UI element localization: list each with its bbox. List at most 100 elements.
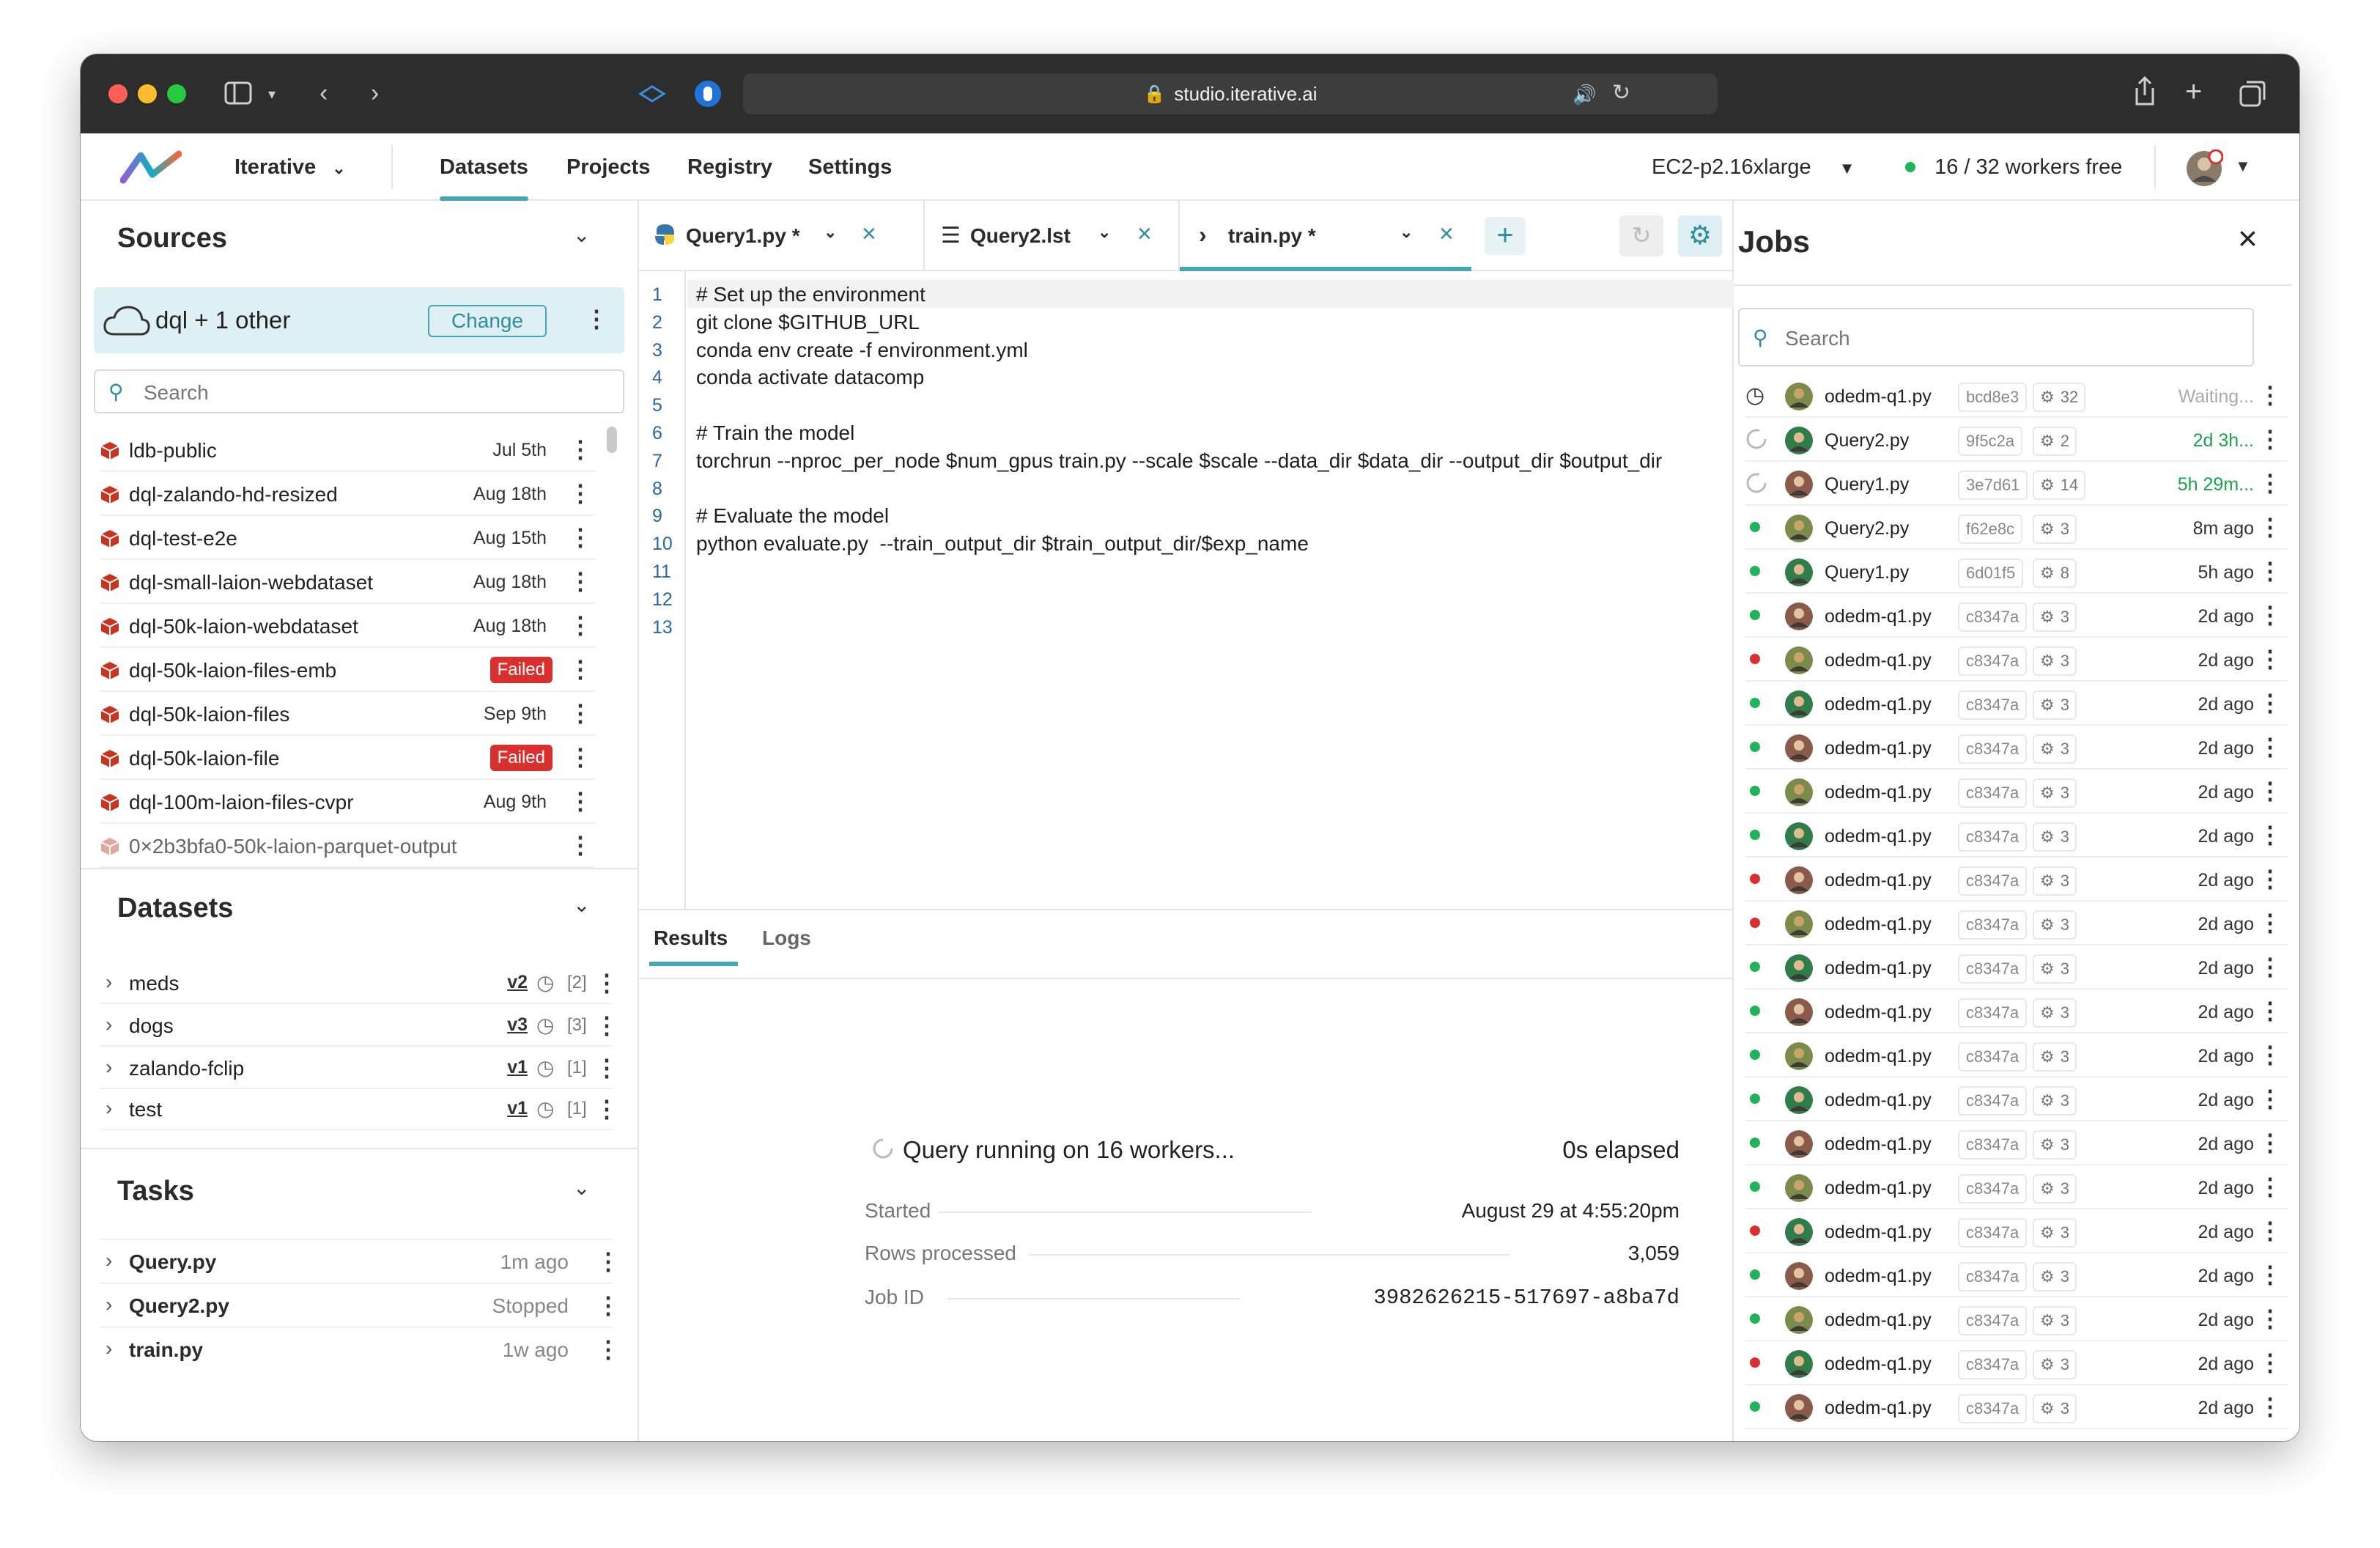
tab-query1[interactable]: Query1.py * ⌄ × xyxy=(654,201,888,271)
code-line[interactable]: python evaluate.py --train_output_dir $t… xyxy=(696,532,1309,556)
more-icon[interactable]: ⋮ xyxy=(2258,1349,2282,1376)
tab-query2[interactable]: ☰ Query2.lst ⌄ × xyxy=(941,201,1175,271)
more-icon[interactable]: ⋮ xyxy=(2258,645,2282,673)
source-item[interactable]: dql-50k-laion-files-emb Failed ⋮ xyxy=(100,648,595,692)
close-icon[interactable]: × xyxy=(1137,220,1152,248)
more-icon[interactable]: ⋮ xyxy=(2258,1217,2282,1245)
history-icon[interactable]: ◷ xyxy=(536,1096,554,1121)
history-icon[interactable]: ◷ xyxy=(536,970,554,995)
more-icon[interactable]: ⋮ xyxy=(2258,469,2282,497)
dataset-item[interactable]: › test v1 ◷ [1] ⋮ xyxy=(100,1088,618,1130)
more-icon[interactable]: ⋮ xyxy=(569,611,592,639)
dataset-version[interactable]: v2 xyxy=(495,972,528,993)
more-icon[interactable]: ⋮ xyxy=(2258,1085,2282,1113)
instance-selector[interactable]: EC2-p2.16xlarge ▼ xyxy=(1652,133,1855,201)
user-avatar[interactable] xyxy=(2185,150,2223,188)
more-icon[interactable]: ⋮ xyxy=(2258,1305,2282,1333)
more-icon[interactable]: ⋮ xyxy=(569,435,592,463)
nav-projects[interactable]: Projects xyxy=(566,133,650,201)
source-item[interactable]: ldb-public Jul 5th ⋮ xyxy=(100,428,595,472)
more-icon[interactable]: ⋮ xyxy=(2258,909,2282,937)
job-row[interactable]: odedm-q1.py c8347a ⚙ 3 2d ago ⋮ xyxy=(1745,1165,2288,1209)
chevron-down-icon[interactable]: ⌄ xyxy=(1098,223,1111,242)
chevron-right-icon[interactable]: › xyxy=(106,1055,112,1079)
back-icon[interactable]: ‹ xyxy=(319,81,328,106)
more-icon[interactable]: ⋮ xyxy=(596,1247,620,1275)
code-line[interactable]: # Train the model xyxy=(696,421,854,445)
job-row[interactable]: ◷ odedm-q1.py bcd8e3 ⚙ 32 Waiting... ⋮ xyxy=(1745,374,2288,418)
caret-down-icon[interactable]: ▼ xyxy=(2235,157,2251,176)
code-line[interactable]: conda activate datacomp xyxy=(696,366,924,389)
tab-results[interactable]: Results xyxy=(649,926,739,966)
more-icon[interactable]: ⋮ xyxy=(595,969,618,997)
job-row[interactable]: odedm-q1.py c8347a ⚙ 3 2d ago ⋮ xyxy=(1745,770,2288,814)
job-row[interactable]: Query2.py 9f5c2a ⚙ 2 2d 3h... ⋮ xyxy=(1745,418,2288,462)
history-icon[interactable]: ◷ xyxy=(536,1055,554,1080)
sources-search[interactable]: ⚲ Search xyxy=(94,369,624,413)
chevron-right-icon[interactable]: › xyxy=(106,970,112,994)
more-icon[interactable]: ⋮ xyxy=(2258,953,2282,981)
chevron-right-icon[interactable]: › xyxy=(106,1249,112,1272)
change-source-button[interactable]: Change xyxy=(428,305,547,337)
job-row[interactable]: Query1.py 6d01f5 ⚙ 8 5h ago ⋮ xyxy=(1745,550,2288,594)
dataset-item[interactable]: › zalando-fclip v1 ◷ [1] ⋮ xyxy=(100,1047,618,1089)
sources-scrollbar[interactable] xyxy=(607,427,617,453)
more-icon[interactable]: ⋮ xyxy=(569,479,592,507)
more-icon[interactable]: ⋮ xyxy=(2258,733,2282,761)
chevron-right-icon[interactable]: › xyxy=(106,1096,112,1120)
selected-source[interactable]: dql + 1 other Change ⋮ xyxy=(94,287,624,353)
close-window-button[interactable] xyxy=(108,84,128,103)
close-icon[interactable]: × xyxy=(862,220,876,248)
task-item[interactable]: › Query2.py Stopped ⋮ xyxy=(100,1283,620,1328)
audio-icon[interactable]: 🔊 xyxy=(1572,82,1596,107)
zoom-window-button[interactable] xyxy=(167,84,186,103)
more-icon[interactable]: ⋮ xyxy=(2258,425,2282,453)
source-item[interactable]: dql-test-e2e Aug 15th ⋮ xyxy=(100,516,595,560)
close-icon[interactable]: × xyxy=(2238,218,2258,258)
job-row[interactable]: odedm-q1.py c8347a ⚙ 3 2d ago ⋮ xyxy=(1745,989,2288,1033)
more-icon[interactable]: ⋮ xyxy=(595,1011,618,1039)
tab-logs[interactable]: Logs xyxy=(762,926,811,950)
source-item[interactable]: dql-zalando-hd-resized Aug 18th ⋮ xyxy=(100,472,595,516)
forward-icon[interactable]: › xyxy=(371,81,379,106)
code-line[interactable]: git clone $GITHUB_URL xyxy=(696,311,920,334)
more-icon[interactable]: ⋮ xyxy=(2258,1129,2282,1157)
dataset-version[interactable]: v3 xyxy=(495,1014,528,1036)
more-icon[interactable]: ⋮ xyxy=(2258,865,2282,893)
refresh-button[interactable]: ↻ xyxy=(1619,215,1663,257)
job-row[interactable]: Query2.py f62e8c ⚙ 3 8m ago ⋮ xyxy=(1745,506,2288,550)
share-icon[interactable] xyxy=(2132,75,2157,107)
job-row[interactable]: odedm-q1.py c8347a ⚙ 3 2d ago ⋮ xyxy=(1745,1209,2288,1253)
source-item[interactable]: dql-small-laion-webdataset Aug 18th ⋮ xyxy=(100,560,595,604)
new-tab-button[interactable]: + xyxy=(1485,217,1526,255)
new-tab-icon[interactable]: + xyxy=(2185,77,2202,106)
minimize-window-button[interactable] xyxy=(138,84,157,103)
job-row[interactable]: odedm-q1.py c8347a ⚙ 3 2d ago ⋮ xyxy=(1745,1385,2288,1429)
jobs-search-input[interactable]: Search xyxy=(1785,327,1850,350)
chevron-right-icon[interactable]: › xyxy=(106,1013,112,1036)
more-icon[interactable]: ⋮ xyxy=(569,831,592,859)
job-row[interactable]: odedm-q1.py c8347a ⚙ 3 2d ago ⋮ xyxy=(1745,814,2288,858)
code-line[interactable]: conda env create -f environment.yml xyxy=(696,339,1028,362)
job-row[interactable]: odedm-q1.py c8347a ⚙ 3 2d ago ⋮ xyxy=(1745,726,2288,770)
chevron-right-icon[interactable]: › xyxy=(106,1337,112,1360)
job-row[interactable]: odedm-q1.py c8347a ⚙ 3 2d ago ⋮ xyxy=(1745,1077,2288,1121)
more-icon[interactable]: ⋮ xyxy=(569,699,592,727)
chevron-down-icon[interactable]: ⌄ xyxy=(573,893,590,917)
reload-icon[interactable]: ↻ xyxy=(1612,81,1630,106)
more-icon[interactable]: ⋮ xyxy=(569,743,592,771)
task-item[interactable]: › train.py 1w ago ⋮ xyxy=(100,1327,620,1372)
job-row[interactable]: odedm-q1.py c8347a ⚙ 3 2d ago ⋮ xyxy=(1745,1253,2288,1297)
address-bar[interactable]: 🔒 studio.iterative.ai xyxy=(743,73,1718,114)
task-item[interactable]: › Query.py 1m ago ⋮ xyxy=(100,1239,620,1284)
more-icon[interactable]: ⋮ xyxy=(595,1095,618,1123)
job-row[interactable]: odedm-q1.py c8347a ⚙ 3 2d ago ⋮ xyxy=(1745,682,2288,726)
source-menu-icon[interactable]: ⋮ xyxy=(585,305,608,333)
iterative-logo-icon[interactable] xyxy=(120,150,182,185)
more-icon[interactable]: ⋮ xyxy=(2258,821,2282,849)
more-icon[interactable]: ⋮ xyxy=(596,1335,620,1363)
dataset-version[interactable]: v1 xyxy=(495,1057,528,1078)
more-icon[interactable]: ⋮ xyxy=(2258,777,2282,805)
job-row[interactable]: odedm-q1.py c8347a ⚙ 3 2d ago ⋮ xyxy=(1745,858,2288,902)
more-icon[interactable]: ⋮ xyxy=(595,1054,618,1082)
